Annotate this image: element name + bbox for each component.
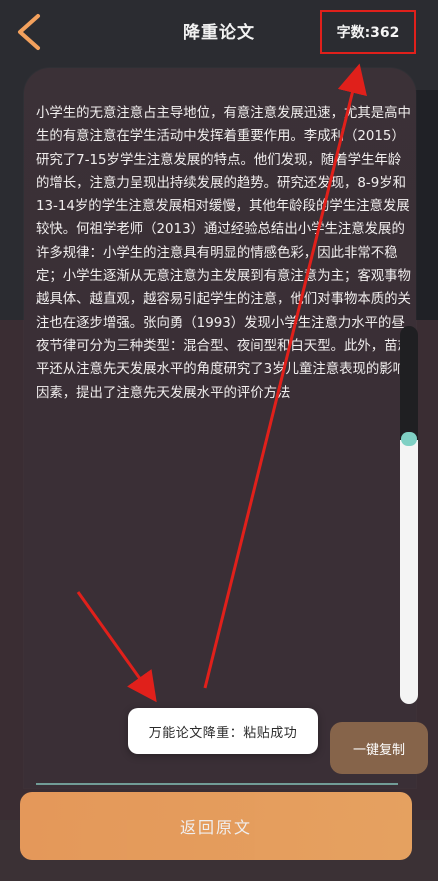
essay-text[interactable]: 小学生的无意注意占主导地位，有意注意发展迅速，尤其是高中生的有意注意在学生活动中… [36, 102, 412, 405]
header: 降重论文 字数:362 [0, 0, 438, 64]
copy-button[interactable]: 一键复制 [330, 722, 428, 774]
text-area-underline [36, 783, 398, 785]
toast-message: 万能论文降重：粘贴成功 [128, 708, 318, 754]
scrollbar-fill [400, 440, 418, 704]
word-count-label: 字数:362 [320, 10, 416, 54]
scrollbar-thumb[interactable] [401, 432, 417, 446]
return-original-button[interactable]: 返回原文 [20, 792, 412, 860]
